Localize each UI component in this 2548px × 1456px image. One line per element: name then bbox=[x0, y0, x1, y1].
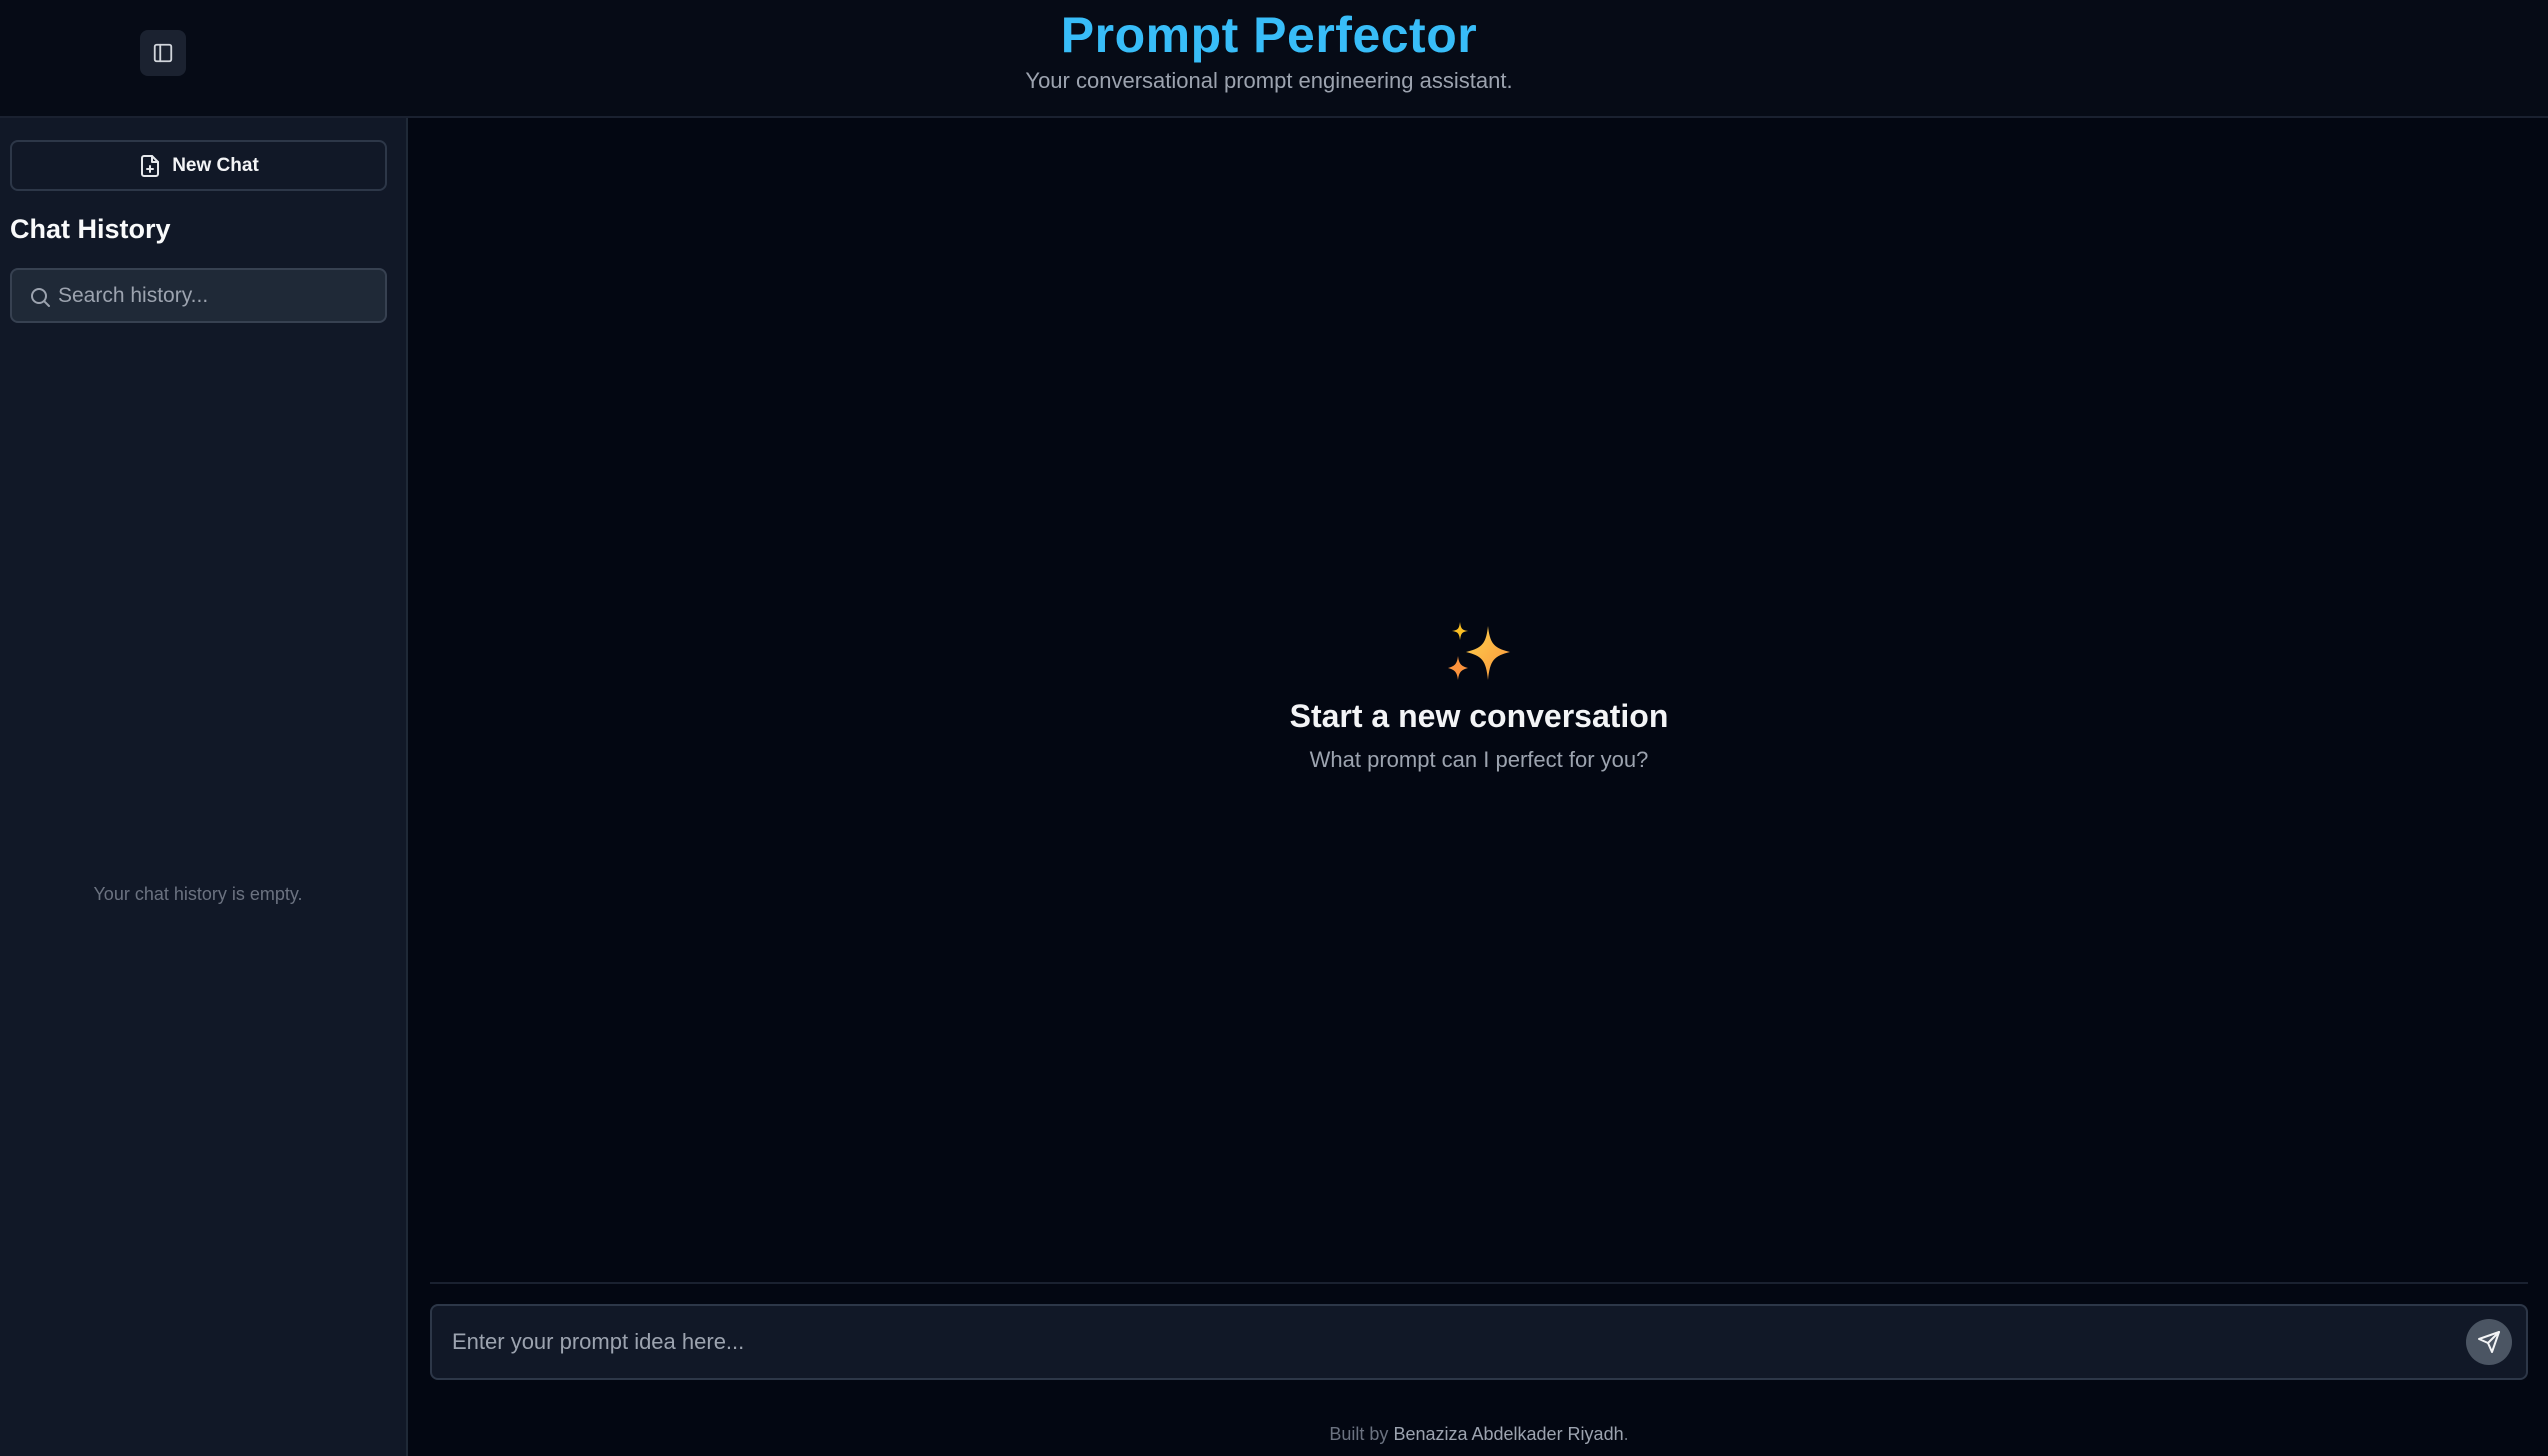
input-divider bbox=[430, 1282, 2528, 1284]
app-title: Prompt Perfector bbox=[1060, 7, 1478, 63]
prompt-composer bbox=[430, 1304, 2528, 1380]
send-icon bbox=[2478, 1331, 2500, 1353]
prompt-input[interactable] bbox=[452, 1306, 2432, 1378]
chat-history-heading: Chat History bbox=[10, 214, 171, 244]
welcome-panel: Start a new conversation What prompt can… bbox=[410, 620, 2548, 773]
new-chat-label: New Chat bbox=[172, 154, 259, 176]
footer-credit: Built by Benaziza Abdelkader Riyadh. bbox=[410, 1424, 2548, 1445]
search-icon bbox=[31, 288, 50, 307]
sparkles-icon bbox=[1448, 622, 1510, 680]
welcome-subtitle: What prompt can I perfect for you? bbox=[1309, 747, 1649, 772]
history-search bbox=[10, 268, 387, 323]
footer-suffix: . bbox=[1623, 1424, 1629, 1444]
search-history-input[interactable] bbox=[58, 270, 378, 321]
footer-prefix: Built by bbox=[1329, 1424, 1389, 1444]
footer-author-link[interactable]: Benaziza Abdelkader Riyadh bbox=[1393, 1424, 1623, 1444]
app-subtitle: Your conversational prompt engineering a… bbox=[1025, 68, 1513, 93]
history-empty-message: Your chat history is empty. bbox=[93, 884, 303, 904]
sidebar: New Chat Chat History Your chat history … bbox=[0, 118, 408, 1456]
file-plus-icon bbox=[141, 154, 160, 177]
send-button[interactable] bbox=[2466, 1319, 2512, 1365]
new-chat-button[interactable]: New Chat bbox=[10, 140, 387, 191]
app-root: Prompt Perfector Your conversational pro… bbox=[0, 0, 2548, 1456]
chat-main: Start a new conversation What prompt can… bbox=[410, 120, 2548, 1456]
welcome-title: Start a new conversation bbox=[1289, 698, 1669, 734]
top-header: Prompt Perfector Your conversational pro… bbox=[0, 0, 2548, 118]
